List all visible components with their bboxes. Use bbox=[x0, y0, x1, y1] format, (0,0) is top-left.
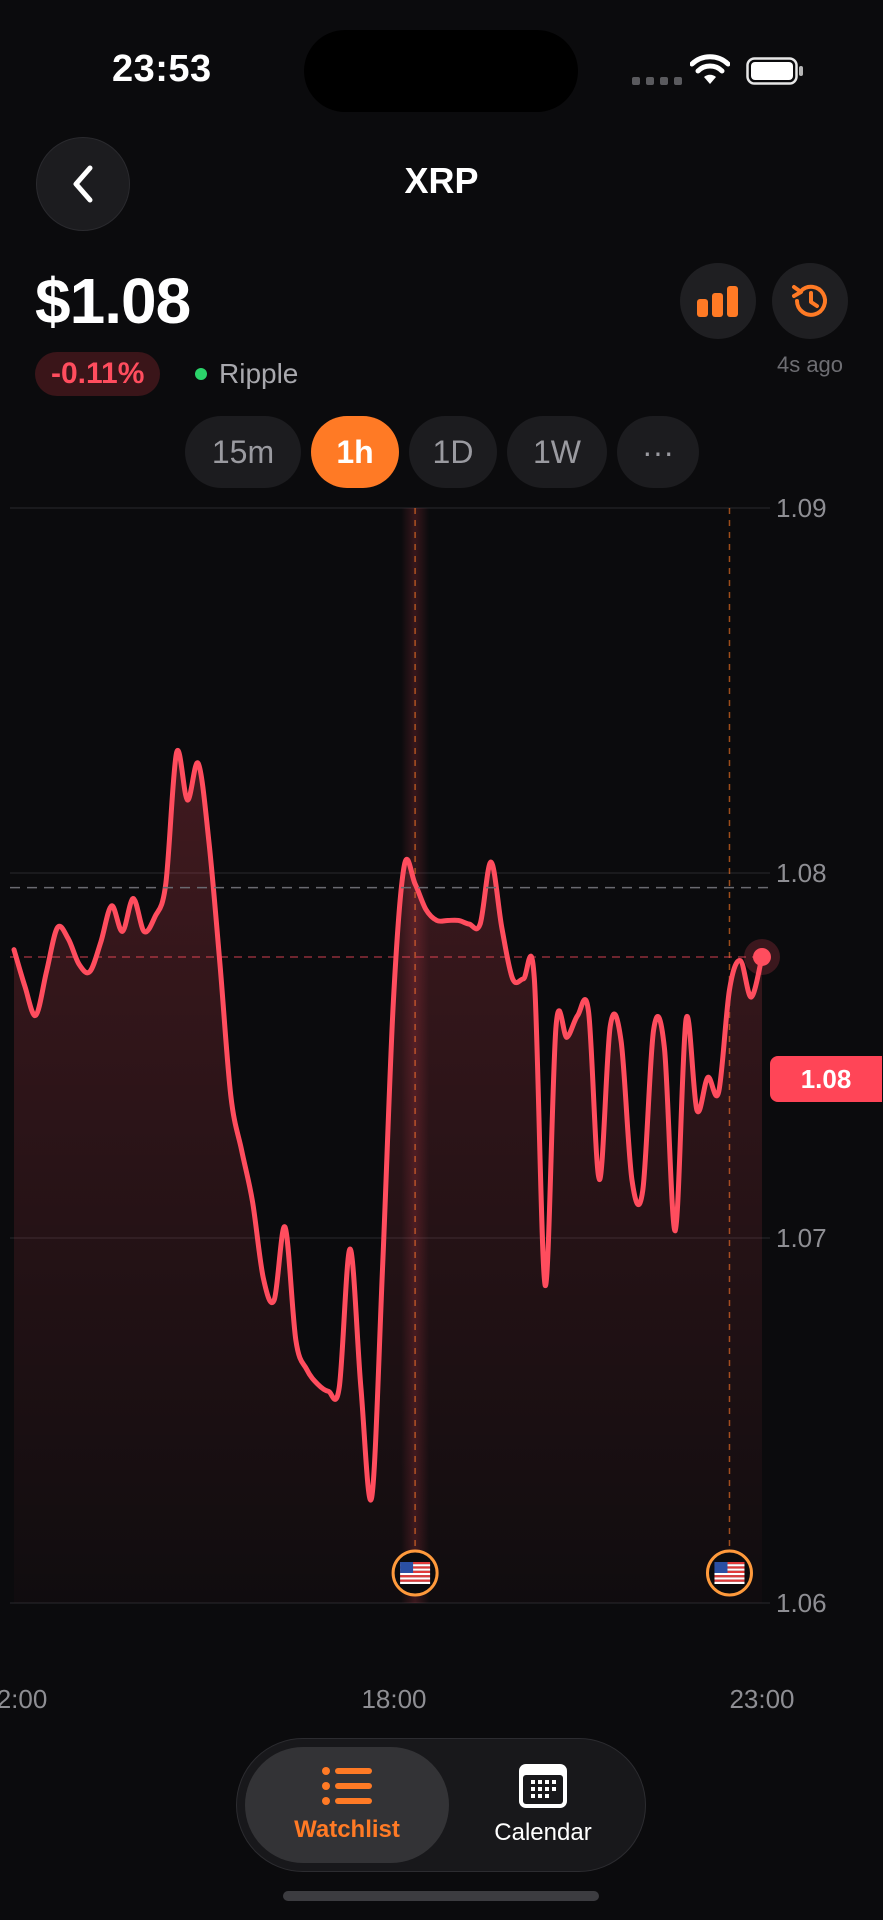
wifi-icon bbox=[690, 54, 730, 84]
list-icon bbox=[322, 1767, 372, 1805]
last-price-dot bbox=[753, 947, 771, 966]
history-button[interactable] bbox=[772, 263, 848, 339]
calendar-icon bbox=[519, 1764, 567, 1808]
x-tick-label: 23:00 bbox=[729, 1684, 794, 1714]
last-price-tag: 1.08 bbox=[770, 1056, 882, 1102]
bottom-nav: Watchlist Calendar bbox=[236, 1738, 646, 1872]
source-label: Ripple bbox=[219, 358, 299, 389]
tab-15m[interactable]: 15m bbox=[185, 416, 301, 488]
tab-1h[interactable]: 1h bbox=[311, 416, 399, 488]
tab-1w[interactable]: 1W bbox=[507, 416, 607, 488]
y-tick-label: 1.06 bbox=[776, 1588, 827, 1618]
status-time: 23:53 bbox=[112, 48, 212, 90]
chart-type-button[interactable] bbox=[680, 263, 756, 339]
nav-watchlist-label: Watchlist bbox=[294, 1816, 400, 1843]
bar-chart-icon bbox=[697, 286, 738, 317]
page-title: XRP bbox=[404, 160, 479, 201]
nav-calendar-label: Calendar bbox=[494, 1819, 592, 1846]
live-status-dot bbox=[195, 368, 207, 380]
nav-watchlist[interactable]: Watchlist bbox=[245, 1747, 449, 1863]
battery-icon bbox=[746, 57, 803, 85]
tab-1d[interactable]: 1D bbox=[409, 416, 497, 488]
price-change-badge: -0.11% bbox=[35, 352, 161, 396]
us-flag-icon[interactable] bbox=[391, 1549, 439, 1597]
y-tick-label: 1.08 bbox=[776, 858, 827, 888]
price-chart[interactable]: 1.09 1.08 1.07 1.06 2:00 18:00 23:00 bbox=[0, 490, 883, 1730]
cellular-signal-icon bbox=[632, 77, 682, 85]
y-tick-label: 1.09 bbox=[776, 493, 827, 523]
history-icon bbox=[792, 284, 827, 317]
x-tick-label: 18:00 bbox=[361, 1684, 426, 1714]
timeframe-tabs: 15m 1h 1D 1W ··· bbox=[185, 416, 699, 488]
us-flag-icon[interactable] bbox=[705, 1549, 753, 1597]
data-source: Ripple bbox=[195, 352, 298, 396]
current-price: $1.08 bbox=[35, 265, 191, 337]
dynamic-island bbox=[304, 30, 578, 112]
home-indicator bbox=[283, 1891, 599, 1901]
y-tick-label: 1.07 bbox=[776, 1223, 827, 1253]
x-tick-label: 2:00 bbox=[0, 1684, 47, 1714]
last-updated: 4s ago bbox=[776, 352, 844, 377]
more-timeframes-button[interactable]: ··· bbox=[617, 416, 699, 488]
nav-calendar[interactable]: Calendar bbox=[441, 1747, 645, 1863]
